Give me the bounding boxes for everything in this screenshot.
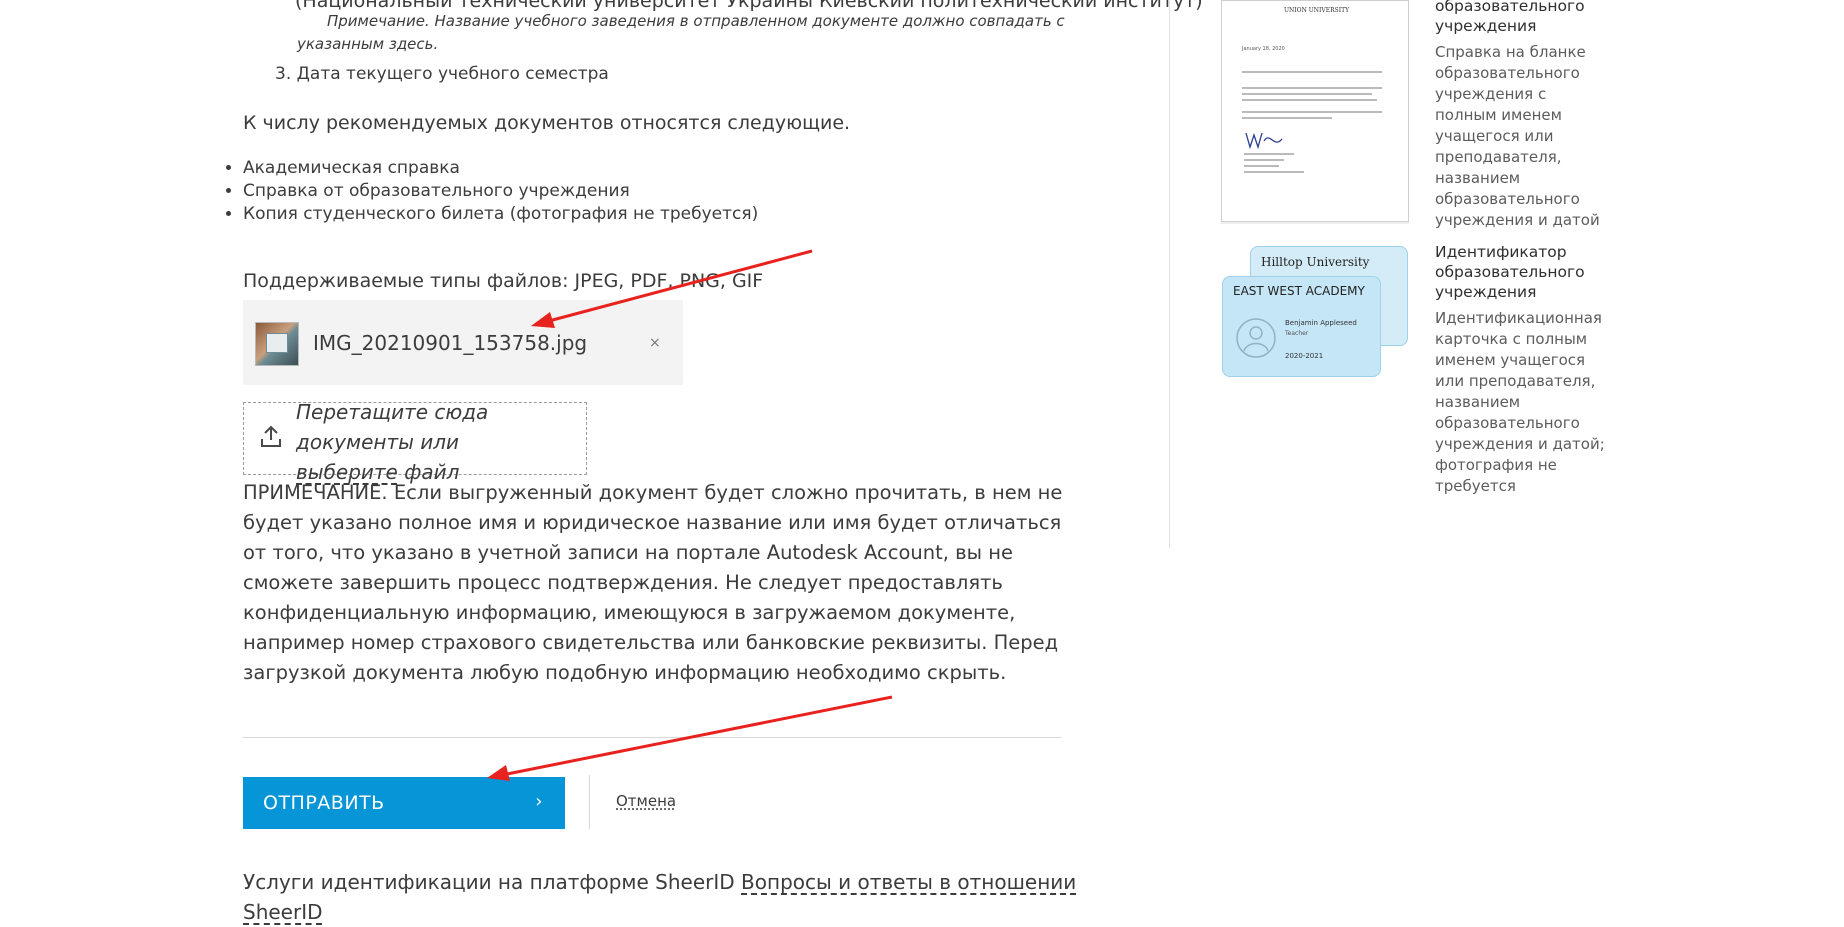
file-name: IMG_20210901_153758.jpg (313, 331, 588, 355)
supported-file-types: Поддерживаемые типы файлов: JPEG, PDF, P… (243, 270, 764, 292)
institution-note-cont: указанным здесь. (297, 35, 439, 53)
institution-note: Примечание. Название учебного заведения … (327, 12, 1065, 30)
card-back-university: Hilltop University (1261, 255, 1370, 269)
footer-text: Услуги идентификации на платформе SheerI… (243, 870, 742, 894)
remove-file-button[interactable]: × (649, 335, 661, 351)
column-divider (1169, 0, 1170, 548)
doc-date: January 18, 2020 (1242, 46, 1285, 52)
annotation-arrow-submit (487, 695, 893, 781)
divider (243, 737, 1061, 738)
list-item: Академическая справка (243, 157, 758, 180)
sheerid-footer: Услуги идентификации на платформе SheerI… (243, 867, 1093, 927)
list-item: Копия студенческого билета (фотография н… (243, 203, 758, 226)
doc-university: UNION UNIVERSITY (1284, 7, 1350, 14)
id-card-description: Идентификационная карточка с полным имен… (1435, 309, 1605, 495)
cancel-link[interactable]: Отмена (616, 792, 676, 810)
actions-divider (589, 775, 590, 829)
upload-warning-note: ПРИМЕЧАНИЕ. Если выгруженный документ бу… (243, 481, 1063, 684)
letter-example-image: UNION UNIVERSITY January 18, 2020 (1221, 0, 1409, 222)
letter-title: образовательного учреждения (1435, 0, 1585, 35)
id-card-title: Идентификатор образовательного учреждени… (1435, 243, 1585, 301)
submit-label: ОТПРАВИТЬ (263, 792, 385, 814)
letter-description: Справка на бланке образовательного учреж… (1435, 43, 1600, 229)
file-drop-zone[interactable]: Перетащите сюда документы или выберите ф… (243, 400, 587, 484)
drop-zone-text: Перетащите сюда документы или выберите ф… (296, 397, 566, 487)
semester-date-item: 3. Дата текущего учебного семестра (275, 64, 609, 84)
card-role: Teacher (1285, 330, 1309, 337)
submit-button[interactable]: ОТПРАВИТЬ › (243, 777, 565, 829)
recommended-list: Академическая справка Справка от образов… (243, 157, 758, 226)
uploaded-file: IMG_20210901_153758.jpg × (243, 300, 683, 385)
list-item: Справка от образовательного учреждения (243, 180, 758, 203)
signature-icon (1245, 132, 1283, 150)
id-card-front: EAST WEST ACADEMY Benjamin Appleseed Tea… (1222, 276, 1381, 377)
recommended-intro: К числу рекомендуемых документов относят… (243, 112, 851, 134)
chevron-right-icon: › (535, 791, 543, 812)
card-front-academy: EAST WEST ACADEMY (1233, 284, 1365, 298)
card-name: Benjamin Appleseed (1285, 319, 1357, 327)
upload-icon (261, 425, 281, 447)
user-avatar-icon (1236, 318, 1276, 358)
card-year: 2020-2021 (1285, 352, 1324, 360)
file-thumbnail (255, 322, 299, 366)
drop-zone-label: Перетащите сюда документы или (296, 400, 489, 454)
